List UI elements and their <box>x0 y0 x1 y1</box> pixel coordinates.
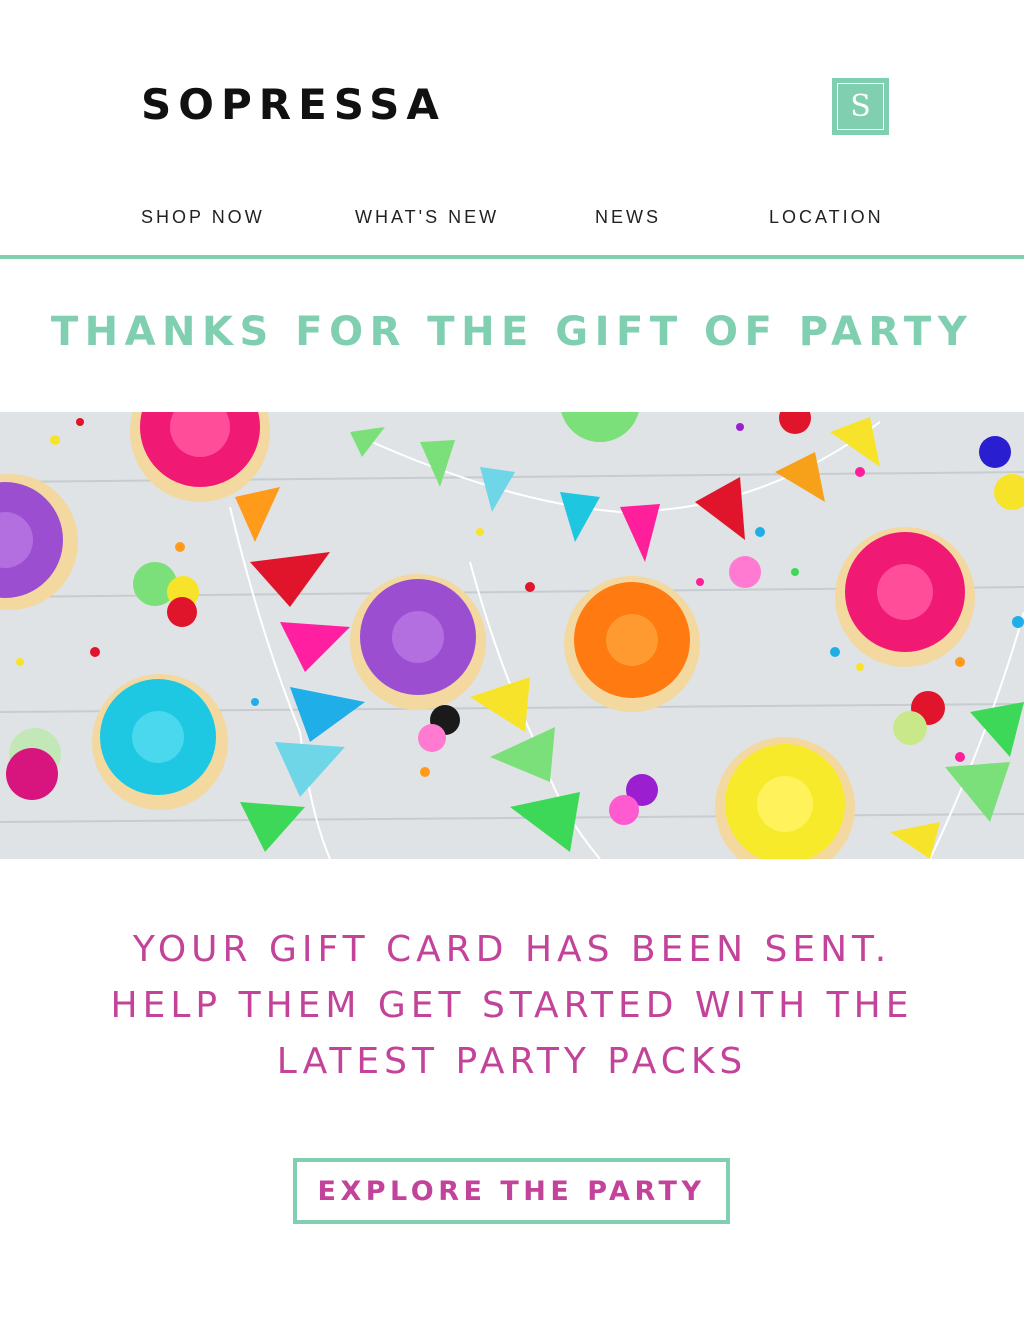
brand-wordmark[interactable]: SOPRESSA <box>141 84 446 126</box>
message-line: HELP THEM GET STARTED WITH THE <box>110 985 914 1026</box>
nav-whats-new[interactable]: WHAT'S NEW <box>355 207 499 228</box>
nav-location[interactable]: LOCATION <box>769 207 884 228</box>
nav-news[interactable]: NEWS <box>595 207 661 228</box>
hero-image <box>0 412 1024 859</box>
explore-the-party-button[interactable]: EXPLORE THE PARTY <box>293 1158 730 1224</box>
message-line: LATEST PARTY PACKS <box>276 1041 748 1082</box>
brand-logo-icon[interactable]: S <box>832 78 889 135</box>
header-divider <box>0 255 1024 259</box>
message-line: YOUR GIFT CARD HAS BEEN SENT. <box>132 929 892 970</box>
gift-card-message: YOUR GIFT CARD HAS BEEN SENT. HELP THEM … <box>0 922 1024 1090</box>
nav-shop-now[interactable]: SHOP NOW <box>141 207 265 228</box>
logo-letter: S <box>850 89 871 124</box>
page-headline: THANKS FOR THE GIFT OF PARTY <box>50 309 974 355</box>
